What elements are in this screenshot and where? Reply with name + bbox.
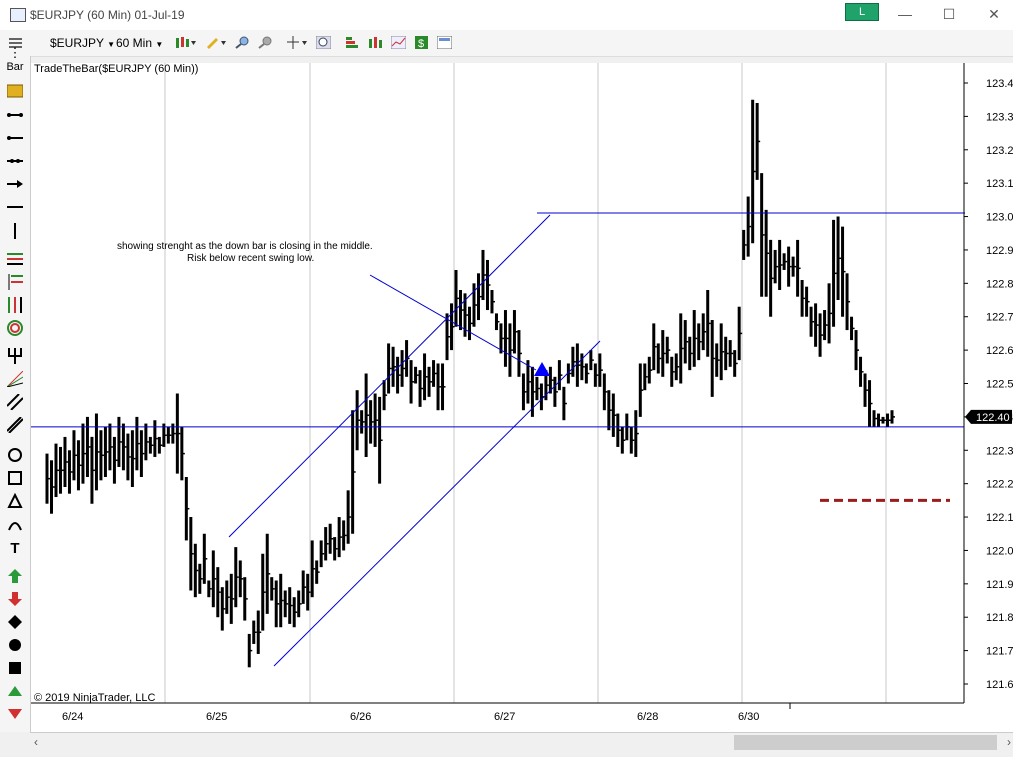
instrument-label: $EURJPY bbox=[50, 36, 104, 50]
scroll-left-icon[interactable]: ‹ bbox=[34, 735, 38, 749]
price-tick-label: 121.70 bbox=[986, 646, 1013, 658]
price-tick-label: 123.40 bbox=[986, 78, 1013, 90]
interval-selector[interactable]: 60 Min ▼ bbox=[116, 34, 163, 52]
price-tick-label: 122.60 bbox=[986, 345, 1013, 357]
scrollbar-thumb[interactable] bbox=[734, 735, 997, 750]
arrow-up-icon[interactable] bbox=[6, 568, 24, 586]
price-tick-label: 122.50 bbox=[986, 379, 1013, 391]
horizontal-scrollbar[interactable]: ‹ › bbox=[30, 732, 1013, 753]
app-icon bbox=[10, 8, 26, 22]
interval-label: 60 Min bbox=[116, 36, 153, 50]
scroll-right-icon[interactable]: › bbox=[1007, 735, 1011, 749]
fibonacci-extension-icon[interactable] bbox=[6, 274, 24, 292]
line-icon[interactable] bbox=[6, 108, 24, 126]
chart-trader-icon[interactable] bbox=[391, 36, 406, 49]
dot-icon[interactable] bbox=[6, 637, 24, 655]
square-icon[interactable] bbox=[6, 660, 24, 678]
zoom-in-icon[interactable] bbox=[235, 36, 250, 49]
maximize-button[interactable]: ☐ bbox=[937, 4, 961, 24]
ellipse-icon[interactable] bbox=[6, 447, 24, 465]
price-tick-label: 122.90 bbox=[986, 245, 1013, 257]
magnifier-icon[interactable] bbox=[316, 36, 331, 49]
triangle-icon[interactable] bbox=[6, 492, 24, 511]
time-axis-label: 6/26 bbox=[350, 711, 371, 723]
price-tick-label: 121.60 bbox=[986, 679, 1013, 691]
bar-style-icon[interactable] bbox=[175, 36, 197, 49]
crosshair-icon[interactable] bbox=[287, 36, 309, 49]
title-bar: $EURJPY (60 Min) 01-Jul-19 L — ☐ ✕ bbox=[0, 0, 1013, 30]
ray-icon[interactable] bbox=[6, 131, 24, 149]
price-tick-label: 122.70 bbox=[986, 312, 1013, 324]
dollar-icon[interactable]: $ bbox=[414, 36, 429, 49]
horizontal-line-icon[interactable] bbox=[6, 200, 24, 218]
gann-fan-icon[interactable] bbox=[6, 370, 24, 389]
triangle-down-icon[interactable] bbox=[6, 707, 24, 725]
trend-channel-icon[interactable] bbox=[6, 416, 24, 435]
price-tick-label: 122.20 bbox=[986, 479, 1013, 491]
price-tick-label: 122.80 bbox=[986, 278, 1013, 290]
window-title: $EURJPY (60 Min) 01-Jul-19 bbox=[30, 8, 185, 22]
fibonacci-time-icon[interactable] bbox=[6, 297, 24, 315]
close-button[interactable]: ✕ bbox=[982, 4, 1006, 24]
diamond-icon[interactable] bbox=[6, 614, 24, 632]
current-price-label: 122.40 bbox=[976, 412, 1010, 424]
chevron-down-icon: ▼ bbox=[107, 40, 116, 49]
copyright-text: © 2019 NinjaTrader, LLC bbox=[34, 692, 155, 704]
price-chart[interactable]: TradeTheBar($EURJPY (60 Min)) showing st… bbox=[31, 63, 1013, 733]
price-tick-label: 123.10 bbox=[986, 178, 1013, 190]
annotation-line-2: Risk below recent swing low. bbox=[187, 253, 314, 264]
price-tick-label: 123.20 bbox=[986, 145, 1013, 157]
andrews-pitchfork-icon[interactable] bbox=[6, 348, 24, 366]
drawing-tool-icon[interactable] bbox=[205, 36, 227, 49]
time-axis-label: 6/28 bbox=[637, 711, 658, 723]
buy-signal-arrow bbox=[534, 362, 550, 376]
rectangle-icon[interactable] bbox=[6, 470, 24, 488]
bar-label: Bar bbox=[6, 61, 24, 73]
price-tick-label: 123.00 bbox=[986, 212, 1013, 224]
fibonacci-retracement-icon[interactable] bbox=[6, 251, 24, 269]
svg-text:$: $ bbox=[418, 38, 424, 49]
instrument-selector[interactable]: $EURJPY ▼ bbox=[50, 34, 115, 52]
properties-icon[interactable] bbox=[437, 36, 452, 49]
minimize-button[interactable]: — bbox=[893, 4, 917, 24]
strategies-icon[interactable] bbox=[368, 36, 383, 49]
indicators-icon[interactable] bbox=[345, 36, 360, 49]
price-tick-label: 122.30 bbox=[986, 445, 1013, 457]
chart-toolbar: $EURJPY ▼ 60 Min ▼ $ bbox=[0, 30, 1013, 57]
arc-icon[interactable] bbox=[6, 516, 24, 534]
time-axis-label: 6/25 bbox=[206, 711, 227, 723]
zoom-out-icon[interactable] bbox=[258, 36, 273, 49]
text-tool-icon[interactable]: T bbox=[6, 540, 24, 558]
indicator-label: TradeTheBar($EURJPY (60 Min)) bbox=[34, 63, 198, 75]
vertical-line-icon[interactable] bbox=[6, 223, 24, 241]
price-tick-label: 121.90 bbox=[986, 579, 1013, 591]
trendline bbox=[369, 274, 537, 371]
triangle-up-icon[interactable] bbox=[6, 684, 24, 702]
time-axis-label: 6/24 bbox=[62, 711, 83, 723]
link-badge[interactable]: L bbox=[845, 3, 879, 21]
price-tick-label: 122.10 bbox=[986, 512, 1013, 524]
price-tick-label: 123.30 bbox=[986, 111, 1013, 123]
chart-svg[interactable]: TradeTheBar($EURJPY (60 Min)) showing st… bbox=[31, 63, 1013, 733]
chevron-down-icon: ▼ bbox=[155, 40, 164, 49]
drawing-tools-sidebar: ⋮ Bar T bbox=[0, 45, 31, 732]
extended-line-icon[interactable] bbox=[6, 154, 24, 172]
regression-channel-icon[interactable] bbox=[6, 393, 24, 412]
time-axis-label: 6/27 bbox=[494, 711, 515, 723]
arrow-down-icon[interactable] bbox=[6, 591, 24, 609]
ruler-icon[interactable] bbox=[6, 84, 24, 102]
fibonacci-circle-icon[interactable] bbox=[6, 320, 24, 338]
price-tick-label: 122.00 bbox=[986, 545, 1013, 557]
time-axis-label: 6/30 bbox=[738, 711, 759, 723]
price-tick-label: 121.80 bbox=[986, 612, 1013, 624]
arrow-line-icon[interactable] bbox=[6, 177, 24, 195]
annotation-line-1: showing strenght as the down bar is clos… bbox=[117, 241, 373, 252]
